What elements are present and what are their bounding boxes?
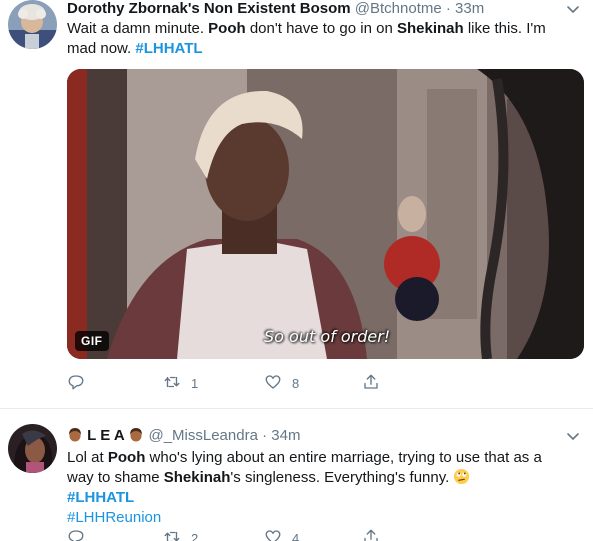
gif-badge: GIF bbox=[75, 331, 109, 351]
share-button[interactable] bbox=[362, 373, 380, 394]
chevron-down-icon[interactable] bbox=[565, 1, 581, 17]
tweet[interactable]: Dorothy Zbornak's Non Existent Bosom @Bt… bbox=[0, 0, 593, 409]
retweet-count: 1 bbox=[191, 376, 199, 391]
timestamp[interactable]: 33m bbox=[455, 0, 484, 17]
tweet-header: L E A @_MissLeandra · 34m bbox=[67, 427, 300, 445]
retweet-button[interactable]: 1 bbox=[163, 373, 198, 394]
rolling-eyes-emoji bbox=[454, 468, 470, 485]
reply-button[interactable] bbox=[67, 373, 95, 394]
chevron-down-icon[interactable] bbox=[565, 428, 581, 444]
hashtag-link[interactable]: #LHHReunion bbox=[67, 509, 161, 526]
handle[interactable]: @_MissLeandra bbox=[148, 427, 257, 444]
avatar[interactable] bbox=[8, 0, 57, 49]
retweet-button[interactable]: 2 bbox=[163, 528, 198, 541]
tweet-actions: 1 8 bbox=[67, 373, 397, 395]
retweet-count: 2 bbox=[191, 531, 199, 541]
share-button[interactable] bbox=[362, 528, 380, 541]
like-button[interactable]: 8 bbox=[264, 373, 299, 394]
timestamp[interactable]: 34m bbox=[271, 427, 300, 444]
like-count: 8 bbox=[292, 376, 300, 391]
mention-pooh: Pooh bbox=[208, 20, 246, 37]
reply-icon bbox=[67, 373, 85, 394]
mention-shekinah: Shekinah bbox=[396, 20, 464, 37]
separator: · bbox=[445, 0, 451, 17]
handle[interactable]: @Btchnotme bbox=[355, 0, 442, 17]
reply-icon bbox=[67, 528, 85, 541]
display-name[interactable]: L E A bbox=[67, 427, 148, 444]
tweet-header: Dorothy Zbornak's Non Existent Bosom @Bt… bbox=[67, 0, 484, 18]
tweet-actions: 2 4 bbox=[67, 528, 397, 541]
avatar[interactable] bbox=[8, 424, 57, 473]
tweet-text: Wait a damn minute. Pooh don't have to g… bbox=[67, 20, 546, 57]
tweet[interactable]: L E A @_MissLeandra · 34m Lol at Pooh wh… bbox=[0, 410, 593, 541]
hashtag-link[interactable]: #LHHATL bbox=[67, 489, 134, 506]
mention-shekinah: Shekinah bbox=[163, 469, 231, 486]
like-count: 4 bbox=[292, 531, 300, 541]
like-button[interactable]: 4 bbox=[264, 528, 299, 541]
mention-pooh: Pooh bbox=[107, 449, 146, 466]
gif-media[interactable]: GIF So out of order! bbox=[67, 69, 584, 359]
person-emoji bbox=[69, 428, 81, 442]
retweet-icon bbox=[163, 528, 181, 541]
person-emoji bbox=[130, 428, 143, 442]
heart-icon bbox=[264, 528, 282, 541]
reply-button[interactable] bbox=[67, 528, 95, 541]
heart-icon bbox=[264, 373, 282, 394]
hashtag-link[interactable]: #LHHATL bbox=[135, 40, 202, 57]
separator: · bbox=[262, 427, 268, 444]
gif-caption: So out of order! bbox=[264, 327, 391, 346]
share-icon bbox=[362, 528, 380, 541]
display-name[interactable]: Dorothy Zbornak's Non Existent Bosom bbox=[67, 0, 351, 17]
retweet-icon bbox=[163, 373, 181, 394]
tweet-text: Lol at Pooh who's lying about an entire … bbox=[67, 449, 542, 526]
share-icon bbox=[362, 373, 380, 394]
